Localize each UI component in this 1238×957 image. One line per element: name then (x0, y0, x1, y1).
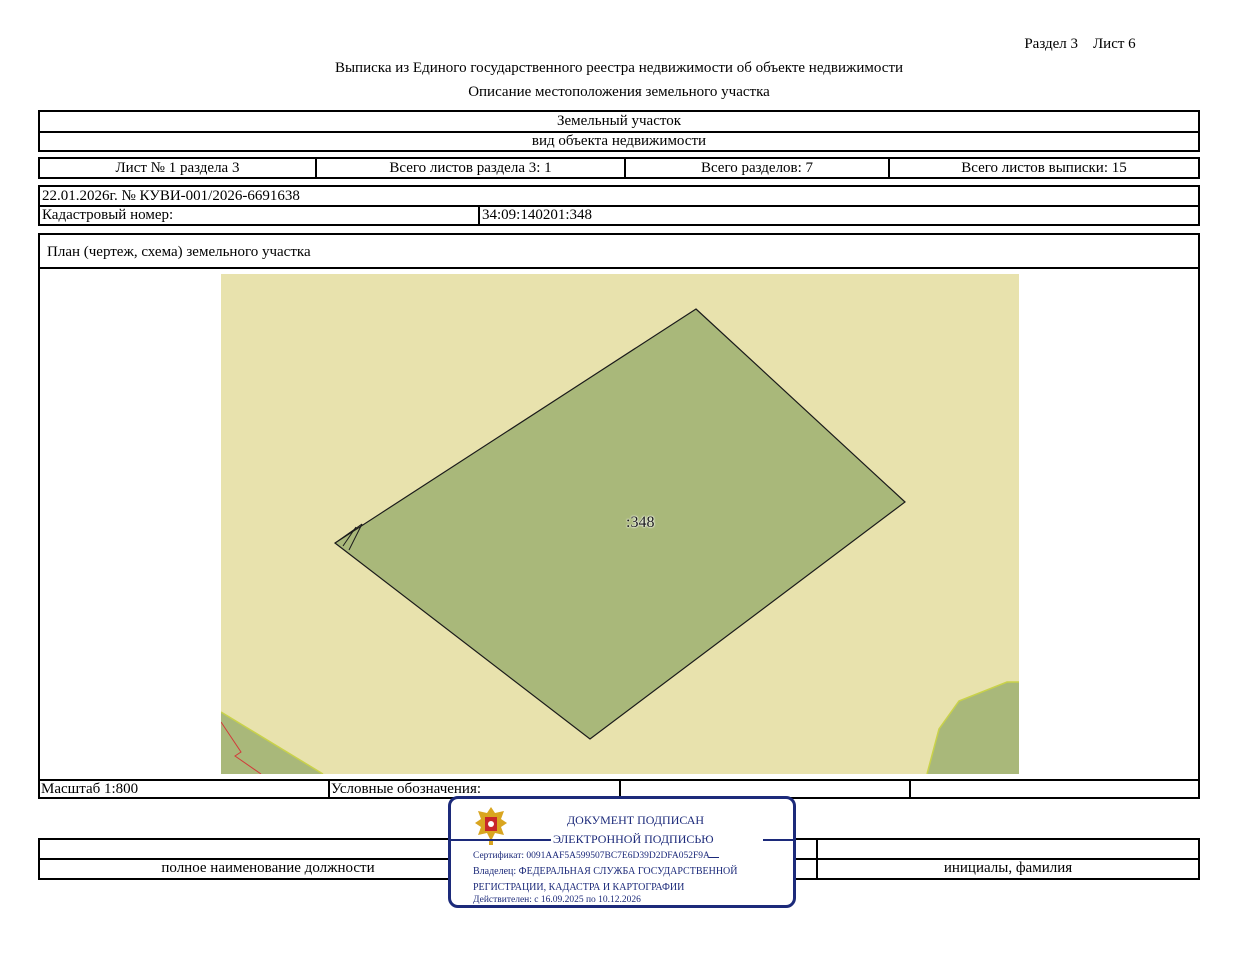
total-sections: Всего разделов: 7 (700, 160, 814, 176)
object-type-caption: вид объекта недвижимости (531, 133, 707, 149)
parcel-map: :348 (221, 274, 1019, 774)
plan-block: План (чертеж, схема) земельного участка … (38, 233, 1200, 799)
plan-title: План (чертеж, схема) земельного участка (47, 244, 311, 260)
position-caption: полное наименование должности (161, 860, 375, 876)
object-type-value: Земельный участок (556, 113, 682, 129)
scale-label: Масштаб 1:800 (41, 781, 139, 797)
name-caption: инициалы, фамилия (943, 860, 1073, 876)
stamp-certificate: Сертификат: 0091AAF5A599507BC7E6D39D2DFA… (473, 851, 710, 861)
stamp-owner-line1: Владелец: ФЕДЕРАЛЬНАЯ СЛУЖБА ГОСУДАРСТВЕ… (473, 866, 738, 877)
parcel-label: :348 (626, 514, 655, 531)
stamp-valid: Действителен: с 16.09.2025 по 10.12.2026 (473, 895, 641, 905)
section-sheet-label: Раздел 3 Лист 6 (1024, 36, 1136, 52)
stamp-line1: ДОКУМЕНТ ПОДПИСАН (567, 813, 705, 827)
document-subtitle: Описание местоположения земельного участ… (468, 84, 770, 100)
parcel-map-svg (221, 274, 1019, 774)
sheet-info-row: Лист № 1 раздела 3 Всего листов раздела … (38, 157, 1200, 179)
date-number: 22.01.2026г. № КУВИ-001/2026-6691638 (42, 188, 300, 204)
total-sheets-section: Всего листов раздела 3: 1 (389, 160, 552, 176)
sheet-number: Лист № 1 раздела 3 (115, 160, 240, 176)
total-sheets: Всего листов выписки: 15 (961, 160, 1127, 176)
object-type-block: Земельный участок вид объекта недвижимос… (38, 110, 1200, 152)
cadastral-value: 34:09:140201:348 (482, 207, 593, 223)
doc-info-block: 22.01.2026г. № КУВИ-001/2026-6691638 Кад… (38, 185, 1200, 226)
cadastral-label: Кадастровый номер: (42, 207, 174, 223)
stamp-line2: ЭЛЕКТРОННОЙ ПОДПИСЬЮ (553, 832, 714, 846)
stamp-owner-line2: РЕГИСТРАЦИИ, КАДАСТРА И КАРТОГРАФИИ (473, 882, 685, 893)
document-title: Выписка из Единого государственного реес… (334, 60, 904, 76)
e-signature-stamp: ДОКУМЕНТ ПОДПИСАН ЭЛЕКТРОННОЙ ПОДПИСЬЮ С… (448, 796, 796, 908)
